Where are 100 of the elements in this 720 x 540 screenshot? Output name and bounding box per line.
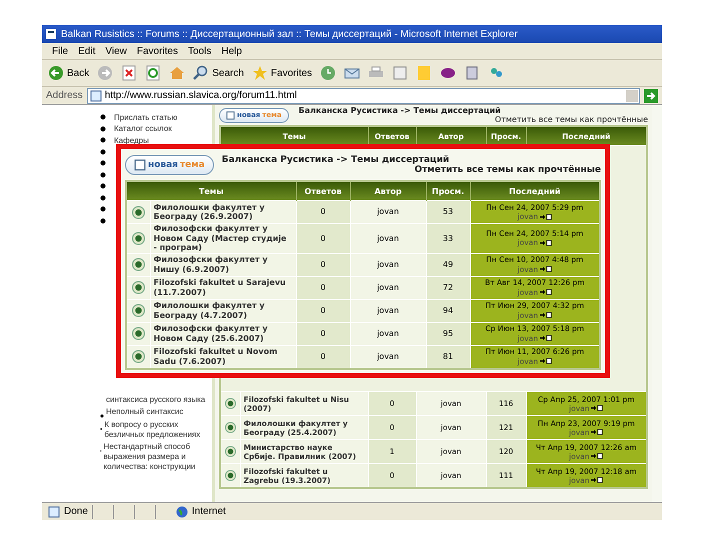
globe-icon (132, 350, 145, 363)
topic-link[interactable]: Филолошки факултет у Београду (4.7.2007) (150, 299, 296, 322)
column-header: Последний (470, 181, 600, 200)
bullet-icon (100, 206, 106, 212)
sidebar-link[interactable]: Каталог ссылок (114, 124, 172, 133)
bullet-icon (100, 148, 106, 154)
globe-icon (132, 327, 145, 340)
table-cell: 33 (426, 224, 470, 253)
table-cell: 81 (426, 345, 470, 368)
sidebar-link[interactable]: Кафедры (114, 136, 149, 144)
go-icon[interactable] (644, 88, 658, 102)
table-cell: 0 (296, 253, 350, 276)
zone-text: Internet (192, 506, 226, 517)
bullet-icon (100, 114, 106, 120)
search-button[interactable]: Search (193, 65, 244, 81)
table-cell: jovan (350, 345, 426, 368)
bullet-icon (100, 194, 106, 200)
page-icon (48, 506, 60, 518)
stop-icon[interactable] (121, 65, 138, 81)
globe-icon (224, 446, 236, 457)
menu-item[interactable]: Favorites (136, 46, 178, 56)
globe-icon (132, 281, 145, 294)
star-icon (252, 65, 268, 81)
search-icon (193, 65, 210, 81)
page-icon (226, 110, 235, 120)
goto-post-icon[interactable] (540, 335, 552, 342)
goto-post-icon[interactable] (540, 214, 552, 220)
status-text: Done (64, 506, 88, 517)
column-header: Темы (126, 181, 296, 200)
table-cell: jovan (350, 224, 426, 253)
table-cell: jovan (350, 276, 426, 299)
goto-post-icon[interactable] (540, 289, 552, 296)
new-topic-button[interactable]: новая тема (125, 155, 214, 175)
table-cell: 0 (296, 276, 350, 299)
table-cell: jovan (350, 253, 426, 276)
back-button[interactable]: Back (48, 65, 90, 81)
page-icon (90, 90, 102, 102)
table-cell: 95 (426, 322, 470, 345)
forum-title: Балканска Русистика -> Темы диссертаций (222, 155, 450, 165)
menu-item[interactable]: File (52, 46, 68, 56)
refresh-icon[interactable] (145, 65, 162, 81)
bullet-icon (100, 218, 106, 224)
table-cell: 49 (426, 253, 470, 276)
goto-post-icon[interactable] (591, 429, 604, 435)
history-icon[interactable] (320, 65, 336, 81)
column-header: Автор (350, 181, 426, 200)
address-label: Address (46, 90, 83, 101)
globe-icon (224, 470, 236, 481)
goto-post-icon[interactable] (591, 477, 604, 483)
sidebar-link[interactable]: Неполный синтаксис (106, 406, 184, 416)
bullet-icon (100, 137, 106, 143)
table-cell: 0 (296, 200, 350, 224)
goto-post-icon[interactable] (591, 405, 604, 411)
page-icon (134, 159, 146, 171)
globe-icon (132, 258, 145, 271)
topic-link[interactable]: Филозофски факултет у Новом Саду (25.6.2007) (150, 322, 296, 345)
globe-icon (224, 398, 236, 409)
topic-link[interactable]: Филолошки факултет у Београду (26.9.2007) (150, 200, 296, 224)
goto-post-icon[interactable] (540, 312, 552, 318)
table-cell: jovan (350, 299, 426, 322)
globe-icon (224, 422, 236, 433)
table-cell: 0 (296, 299, 350, 322)
table-cell: 72 (426, 276, 470, 299)
topic-link[interactable]: Филозофски факултет у Новом Саду (Мастер студије - програм) (150, 224, 296, 253)
bullet-icon (100, 160, 106, 166)
bullet-icon (100, 172, 106, 178)
column-header: Просм. (426, 181, 470, 200)
menu-item[interactable]: Edit (78, 46, 96, 56)
table-cell: 0 (296, 224, 350, 253)
table-cell: 53 (426, 200, 470, 224)
page-icon (45, 28, 57, 40)
table-cell: jovan (350, 322, 426, 345)
sidebar-link[interactable]: Прислать статью (114, 112, 178, 122)
goto-post-icon[interactable] (591, 453, 604, 459)
window-title: Balkan Rusistics :: Forums :: Диссертационный зал :: Темы диссертаций - Microsoft Internet Explorer (61, 28, 518, 40)
goto-post-icon[interactable] (540, 358, 552, 364)
menu-item[interactable]: View (105, 46, 127, 56)
goto-post-icon[interactable] (540, 240, 552, 246)
sidebar-link[interactable]: К вопросу о русских безличных предложениях (104, 420, 206, 440)
topic-link[interactable]: Филозофски факултет у Нишу (6.9.2007) (150, 253, 296, 276)
topic-link[interactable]: Filozofski fakultet u Novom Sadu (7.6.2007) (150, 345, 296, 368)
bullet-icon (100, 183, 106, 189)
sidebar-link[interactable]: Нестандартный способ выражения размера и количества: конструкции (104, 442, 206, 472)
favorites-button[interactable]: Favorites (252, 65, 312, 81)
topic-link[interactable]: Filozofski fakultet u Sarajevu (11.7.2007) (150, 276, 296, 299)
column-header: Ответов (296, 181, 350, 200)
globe-icon (132, 304, 145, 317)
mark-read-link[interactable]: Отметить все темы как прочтённые (298, 115, 648, 124)
mark-read-link[interactable]: Отметить все темы как прочтённые (222, 165, 601, 175)
menu-item[interactable]: Tools (188, 46, 212, 56)
table-cell: 0 (296, 345, 350, 368)
globe-icon (176, 506, 188, 518)
globe-icon (132, 206, 145, 218)
goto-post-icon[interactable] (540, 266, 552, 272)
menu-item[interactable]: Help (221, 46, 242, 56)
sidebar-link[interactable]: синтаксиса русского языка (106, 394, 206, 404)
address-field[interactable]: http://www.russian.slavica.org/forum11.html (86, 88, 640, 104)
table-cell: jovan (350, 200, 426, 224)
table-cell: 94 (426, 299, 470, 322)
forum-title: Балканска Русистика -> Темы диссертаций (298, 106, 502, 115)
